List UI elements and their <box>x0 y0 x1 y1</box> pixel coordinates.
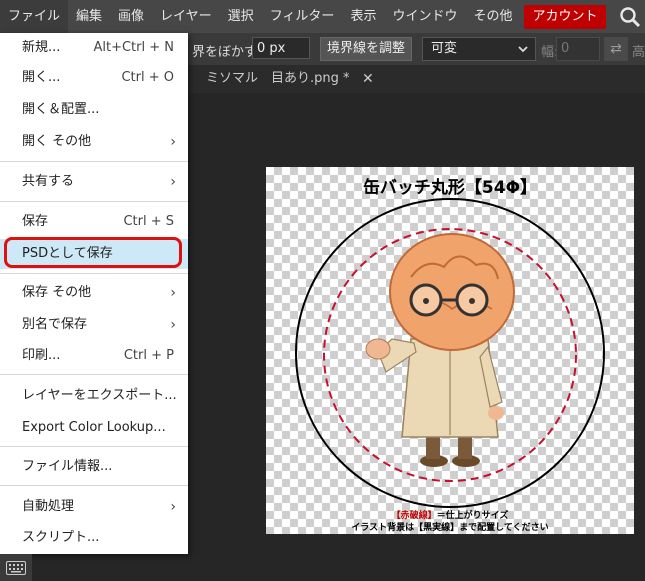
chevron-right-icon: › <box>170 499 176 515</box>
menu-item-file-info[interactable]: ファイル情報... <box>0 452 188 482</box>
document-canvas[interactable]: 缶バッチ丸形【54Φ】 【赤破線】＝仕上がりサイズ イラスト背景は【黒実線】まで… <box>266 167 634 534</box>
menu-more[interactable]: その他 <box>465 0 520 33</box>
height-label: 高 <box>632 45 645 60</box>
menu-item-export-layers[interactable]: レイヤーをエクスポート... <box>0 381 188 411</box>
menu-item-open[interactable]: 開く... Ctrl + O <box>0 63 188 93</box>
selection-mode-value: 可変 <box>431 41 458 56</box>
tab-document[interactable]: ミソマル 目あり.png * <box>206 65 350 93</box>
divider <box>0 446 188 447</box>
menu-layer[interactable]: レイヤー <box>152 0 220 33</box>
divider <box>0 161 188 162</box>
menu-select[interactable]: 選択 <box>220 0 262 33</box>
close-icon[interactable]: ✕ <box>362 65 374 93</box>
divider <box>0 201 188 202</box>
selection-mode-select[interactable]: 可変 <box>422 37 536 61</box>
menu-item-share[interactable]: 共有する › <box>0 167 188 197</box>
divider <box>0 485 188 486</box>
chevron-right-icon: › <box>170 174 176 190</box>
menu-item-save[interactable]: 保存 Ctrl + S <box>0 207 188 237</box>
refine-edge-button[interactable]: 境界線を調整 <box>320 37 412 61</box>
menu-item-new[interactable]: 新規... Alt+Ctrl + N <box>0 33 188 63</box>
chevron-down-icon <box>517 38 529 68</box>
divider <box>0 273 188 274</box>
menu-window[interactable]: ウインドウ <box>384 0 465 33</box>
menu-item-save-psd[interactable]: PSDとして保存 <box>0 239 188 269</box>
account-button[interactable]: アカウント <box>524 4 606 29</box>
background-note: イラスト背景は【黒実線】まで配置してください <box>351 523 549 533</box>
search-icon[interactable] <box>615 0 645 33</box>
menu-edit[interactable]: 編集 <box>68 0 110 33</box>
menu-item-automate[interactable]: 自動処理 › <box>0 492 188 522</box>
width-input[interactable]: 0 <box>556 37 600 61</box>
menu-item-script[interactable]: スクリプト... <box>0 523 188 553</box>
keyboard-icon[interactable] <box>0 554 32 581</box>
badge-guides <box>295 198 605 508</box>
menu-item-save-more[interactable]: 保存 その他 › <box>0 278 188 308</box>
menu-item-open-more[interactable]: 開く その他 › <box>0 127 188 157</box>
swap-icon[interactable]: ⇄ <box>604 37 628 61</box>
menu-item-open-place[interactable]: 開く＆配置... <box>0 95 188 125</box>
feather-input[interactable]: 0 px <box>252 37 310 59</box>
feather-label: 界をぼかす: <box>192 45 262 60</box>
chevron-right-icon: › <box>170 134 176 150</box>
menu-file[interactable]: ファイル <box>0 0 69 33</box>
menu-filter[interactable]: フィルター <box>262 0 343 33</box>
chevron-right-icon: › <box>170 285 176 301</box>
chevron-right-icon: › <box>170 317 176 333</box>
menu-item-print[interactable]: 印刷... Ctrl + P <box>0 341 188 371</box>
file-menu-dropdown: 新規... Alt+Ctrl + N 開く... Ctrl + O 開く＆配置...… <box>0 33 188 554</box>
menu-image[interactable]: 画像 <box>110 0 152 33</box>
divider <box>0 374 188 375</box>
character-illustration <box>365 233 515 467</box>
menu-item-export-color-lookup[interactable]: Export Color Lookup... <box>0 413 188 443</box>
menubar: ファイル 編集 画像 レイヤー 選択 フィルター 表示 ウインドウ その他 アカ… <box>0 0 645 33</box>
menu-view[interactable]: 表示 <box>342 0 384 33</box>
menu-item-save-as[interactable]: 別名で保存 › <box>0 310 188 340</box>
